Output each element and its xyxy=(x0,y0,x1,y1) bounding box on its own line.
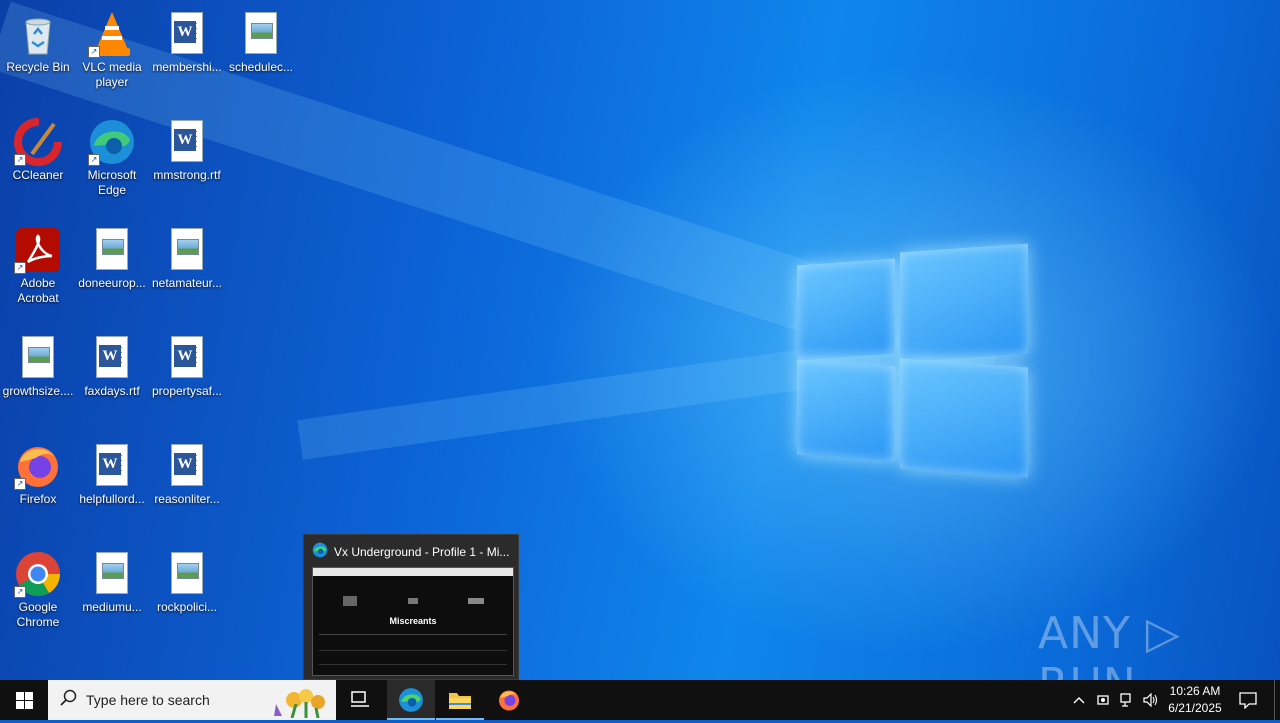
task-view-button[interactable] xyxy=(336,680,384,720)
icon-label: mediumu... xyxy=(82,600,142,614)
word-doc-icon: W xyxy=(88,442,136,490)
word-doc-icon: W xyxy=(88,334,136,382)
tray-network-button[interactable] xyxy=(1116,680,1138,720)
desktop-icon-membership[interactable]: W membershi... xyxy=(149,6,225,110)
task-view-icon xyxy=(351,691,369,707)
desktop-icon-propertysaf[interactable]: W propertysaf... xyxy=(149,330,225,434)
speaker-icon xyxy=(1143,693,1158,707)
firefox-icon xyxy=(499,690,519,711)
icon-label: VLC media player xyxy=(82,60,142,89)
desktop-icon-faxdays[interactable]: W faxdays.rtf xyxy=(74,330,150,434)
image-doc-icon xyxy=(163,226,211,274)
icon-label: schedulec... xyxy=(228,60,294,74)
icon-label: faxdays.rtf xyxy=(84,384,140,398)
desktop-icon-adobe-acrobat[interactable]: ↗ Adobe Acrobat xyxy=(0,222,76,326)
word-doc-icon: W xyxy=(163,442,211,490)
ccleaner-icon: ↗ xyxy=(14,118,62,166)
start-button[interactable] xyxy=(0,680,48,720)
file-explorer-icon xyxy=(449,693,471,709)
desktop-icon-recycle-bin[interactable]: Recycle Bin xyxy=(0,6,76,110)
chrome-icon: ↗ xyxy=(14,550,62,598)
icon-label: Microsoft Edge xyxy=(87,168,137,197)
desktop-icon-helpfullord[interactable]: W helpfullord... xyxy=(74,438,150,542)
icon-label: CCleaner xyxy=(12,168,64,182)
icon-label: rockpolici... xyxy=(156,600,218,614)
icon-label: Adobe Acrobat xyxy=(17,276,59,305)
word-doc-icon: W xyxy=(163,10,211,58)
desktop-icon-growthsize[interactable]: growthsize.... xyxy=(0,330,76,434)
taskbar-app-edge[interactable] xyxy=(387,680,435,720)
tray-usb-button[interactable] xyxy=(1092,680,1114,720)
icon-label: netamateur... xyxy=(151,276,223,290)
icon-label: helpfullord... xyxy=(79,492,145,506)
notification-icon xyxy=(1239,691,1257,709)
windows-logo xyxy=(795,240,1030,480)
desktop-icon-mediumu[interactable]: mediumu... xyxy=(74,546,150,650)
taskbar-clock[interactable]: 10:26 AM 6/21/2025 xyxy=(1160,683,1230,717)
icon-label: mmstrong.rtf xyxy=(153,168,221,182)
desktop-icon-ccleaner[interactable]: ↗ CCleaner xyxy=(0,114,76,218)
taskbar: Type here to search 10:26 AM 6/21/2025 xyxy=(0,680,1280,720)
desktop-icon-microsoft-edge[interactable]: ↗ Microsoft Edge xyxy=(74,114,150,218)
desktop-icon-schedulec[interactable]: schedulec... xyxy=(223,6,299,110)
desktop-icon-mmstrong[interactable]: W mmstrong.rtf xyxy=(149,114,225,218)
icon-label: membershi... xyxy=(152,60,222,74)
chevron-up-icon xyxy=(1073,697,1085,704)
word-doc-icon: W xyxy=(163,334,211,382)
edge-icon: ↗ xyxy=(88,118,136,166)
desktop-icon-rockpolici[interactable]: rockpolici... xyxy=(149,546,225,650)
network-icon xyxy=(1119,693,1131,707)
icon-label: growthsize.... xyxy=(2,384,74,398)
desktop-icon-vlc[interactable]: ↗ VLC media player xyxy=(74,6,150,110)
clock-date: 6/21/2025 xyxy=(1168,701,1222,715)
desktop-icon-netamateur[interactable]: netamateur... xyxy=(149,222,225,326)
taskbar-app-file-explorer[interactable] xyxy=(436,680,484,720)
desktop-icon-google-chrome[interactable]: ↗ Google Chrome xyxy=(0,546,76,650)
taskbar-window-preview[interactable]: Vx Underground - Profile 1 - Mi... Miscr… xyxy=(303,534,519,680)
image-doc-icon xyxy=(88,226,136,274)
icon-label: propertysaf... xyxy=(151,384,223,398)
acrobat-icon: ↗ xyxy=(14,226,62,274)
tray-volume-button[interactable] xyxy=(1140,680,1162,720)
anyrun-watermark: ANY ▷ RUN xyxy=(1038,608,1181,680)
taskbar-app-firefox[interactable] xyxy=(485,680,533,720)
recycle-bin-icon xyxy=(14,10,62,58)
action-center-button[interactable] xyxy=(1232,680,1264,720)
image-doc-icon xyxy=(14,334,62,382)
desktop-icon-reasonliter[interactable]: W reasonliter... xyxy=(149,438,225,542)
vlc-icon: ↗ xyxy=(88,10,136,58)
edge-icon xyxy=(312,542,328,561)
icon-label: Recycle Bin xyxy=(6,60,70,74)
taskbar-search-box[interactable]: Type here to search xyxy=(48,680,336,720)
word-doc-icon: W xyxy=(163,118,211,166)
search-highlight-flowers-icon xyxy=(262,682,332,723)
preview-title: Vx Underground - Profile 1 - Mi... xyxy=(334,544,510,559)
show-desktop-divider[interactable] xyxy=(1274,680,1275,720)
search-placeholder: Type here to search xyxy=(86,692,210,708)
usb-device-icon xyxy=(1097,695,1109,705)
image-doc-icon xyxy=(88,550,136,598)
desktop-icon-firefox[interactable]: ↗ Firefox xyxy=(0,438,76,542)
clock-time: 10:26 AM xyxy=(1169,684,1221,698)
windows-start-icon xyxy=(15,691,33,709)
desktop-icon-doneeurop[interactable]: doneeurop... xyxy=(74,222,150,326)
edge-icon xyxy=(399,688,423,712)
preview-thumbnail: Miscreants xyxy=(312,567,514,676)
image-doc-icon xyxy=(163,550,211,598)
icon-label: reasonliter... xyxy=(154,492,220,506)
image-doc-icon xyxy=(237,10,285,58)
icon-label: doneeurop... xyxy=(78,276,146,290)
show-hidden-icons-button[interactable] xyxy=(1068,680,1090,720)
firefox-icon: ↗ xyxy=(14,442,62,490)
search-icon xyxy=(60,689,78,712)
preview-title-bar: Vx Underground - Profile 1 - Mi... xyxy=(312,542,512,561)
thumb-heading: Miscreants xyxy=(389,616,437,626)
icon-label: Google Chrome xyxy=(16,600,60,629)
icon-label: Firefox xyxy=(19,492,57,506)
desktop-background: Recycle Bin ↗ CCleaner ↗ Adobe Acrobat g… xyxy=(0,0,1280,680)
